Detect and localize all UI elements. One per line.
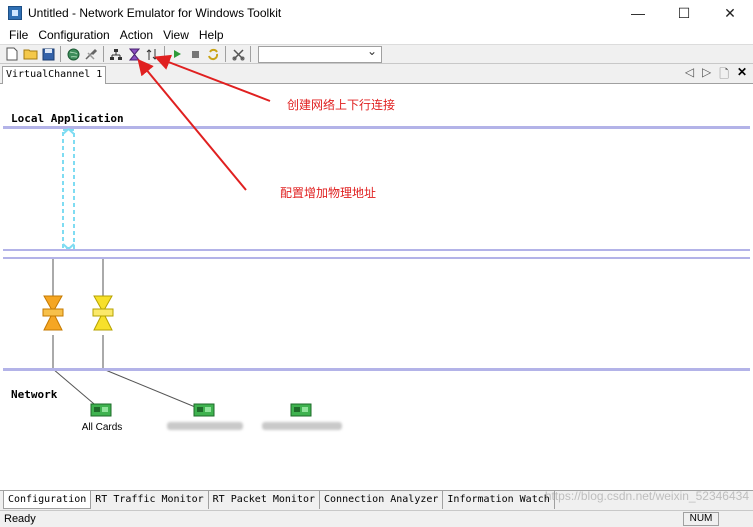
maximize-button[interactable]: ☐ <box>661 0 707 26</box>
tab-rt-traffic-monitor[interactable]: RT Traffic Monitor <box>91 491 209 509</box>
window-title: Untitled - Network Emulator for Windows … <box>28 6 282 20</box>
annotation-add-address: 配置增加物理地址 <box>280 186 377 200</box>
menu-action[interactable]: Action <box>115 28 158 42</box>
window-controls: — ☐ ✕ <box>615 0 753 26</box>
tab-close-icon[interactable]: ✕ <box>737 65 747 86</box>
annotation-create-link: 创建网络上下行连接 <box>287 98 396 112</box>
link-updown-icon[interactable] <box>144 46 160 62</box>
network-card-icon <box>90 403 112 417</box>
tab-rt-packet-monitor[interactable]: RT Packet Monitor <box>209 491 321 509</box>
tab-information-watch[interactable]: Information Watch <box>443 491 555 509</box>
toolbar-separator <box>250 46 251 62</box>
card-name-redacted <box>262 422 342 430</box>
app-icon <box>8 6 22 20</box>
network-topology-icon[interactable] <box>108 46 124 62</box>
card-all-cards[interactable]: All Cards <box>62 402 142 433</box>
toolbar-separator <box>225 46 226 62</box>
menu-view[interactable]: View <box>158 28 194 42</box>
local-lane-line <box>3 126 750 129</box>
network-lane-line <box>3 368 750 371</box>
toolbar <box>0 44 753 64</box>
tab-prev-icon[interactable]: ◁ <box>685 65 694 86</box>
title-bar: Untitled - Network Emulator for Windows … <box>0 0 753 26</box>
card-name-redacted <box>167 422 243 430</box>
card-adapter-2[interactable] <box>165 402 245 433</box>
tab-virtualchannel-1[interactable]: VirtualChannel 1 <box>2 66 107 84</box>
new-file-icon[interactable] <box>4 46 20 62</box>
close-button[interactable]: ✕ <box>707 0 753 26</box>
menu-bar: File Configuration Action View Help <box>0 26 753 44</box>
filter-icon[interactable] <box>126 46 142 62</box>
filter-yellow-icon[interactable] <box>92 294 114 334</box>
filter-orange-icon[interactable] <box>42 294 64 334</box>
channel-canvas[interactable]: Local Application Network All Cards 创建网络… <box>0 84 753 490</box>
channel-combo[interactable] <box>258 44 382 63</box>
menu-help[interactable]: Help <box>194 28 229 42</box>
network-card-icon <box>290 403 312 417</box>
tab-controls: ◁ ▷ 🗋 ✕ <box>685 65 747 86</box>
minimize-button[interactable]: — <box>615 0 661 26</box>
toolbar-separator <box>103 46 104 62</box>
num-lock-indicator: NUM <box>683 512 719 526</box>
play-icon[interactable] <box>169 46 185 62</box>
link-connection[interactable] <box>58 128 80 252</box>
tab-configuration[interactable]: Configuration <box>3 491 92 509</box>
network-card-icon <box>193 403 215 417</box>
status-text: Ready <box>4 513 36 525</box>
tab-next-icon[interactable]: ▷ <box>702 65 711 86</box>
open-folder-icon[interactable] <box>22 46 38 62</box>
status-bar: Ready NUM <box>0 510 753 527</box>
local-application-label: Local Application <box>11 112 124 125</box>
globe-icon[interactable] <box>65 46 81 62</box>
mid-lane-line-top <box>3 249 750 251</box>
save-icon[interactable] <box>40 46 56 62</box>
tab-connection-analyzer[interactable]: Connection Analyzer <box>320 491 444 509</box>
network-label: Network <box>11 388 58 401</box>
watermark: https://blog.csdn.net/weixin_52346434 <box>544 489 749 503</box>
scissors-icon[interactable] <box>230 46 246 62</box>
toolbar-separator <box>164 46 165 62</box>
toolbar-separator <box>60 46 61 62</box>
card-name: All Cards <box>81 422 123 433</box>
stop-icon[interactable] <box>187 46 203 62</box>
channel-tab-strip: VirtualChannel 1 ◁ ▷ 🗋 ✕ <box>0 64 753 84</box>
refresh-icon[interactable] <box>205 46 221 62</box>
menu-file[interactable]: File <box>4 28 33 42</box>
menu-configuration[interactable]: Configuration <box>33 28 114 42</box>
tab-new-icon[interactable]: 🗋 <box>719 65 729 86</box>
card-adapter-3[interactable] <box>262 402 342 433</box>
tools-icon[interactable] <box>83 46 99 62</box>
